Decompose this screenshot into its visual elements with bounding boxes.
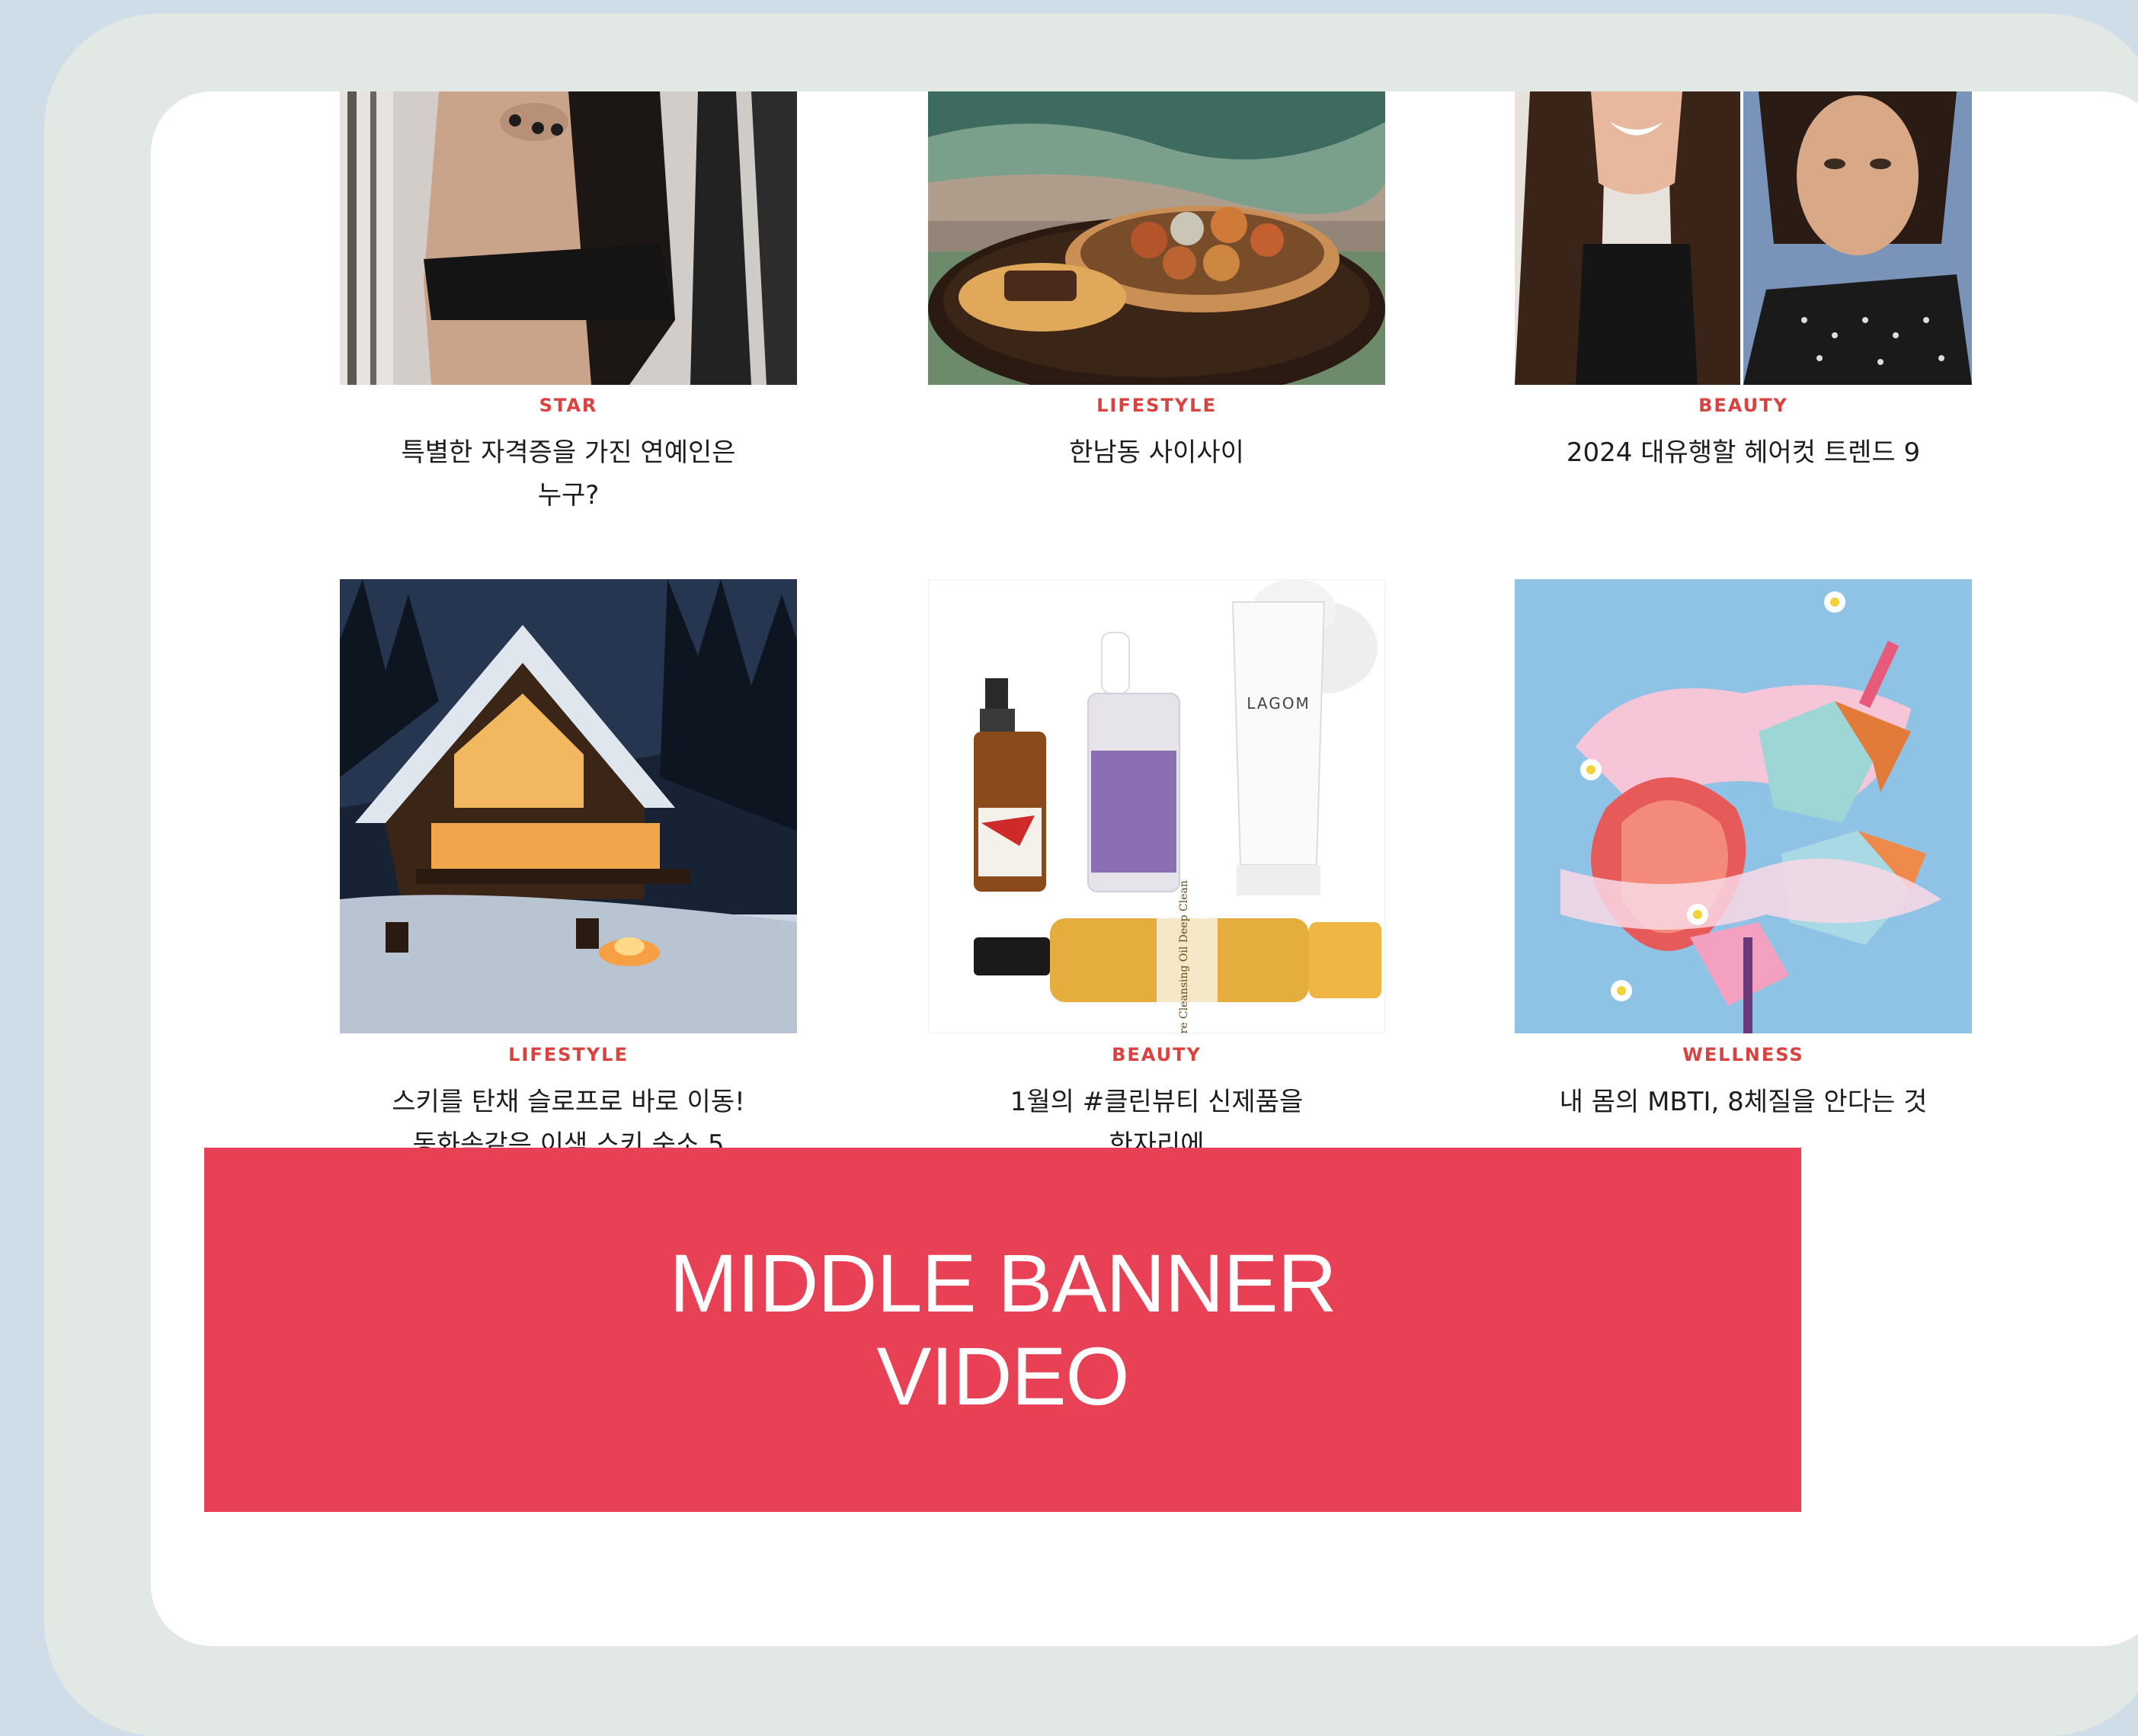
article-title[interactable]: 2024 대유행할 헤어컷 트렌드 9: [1515, 431, 1972, 474]
article-category[interactable]: WELLNESS: [1515, 1044, 1972, 1065]
article-category[interactable]: STAR: [340, 395, 797, 416]
article-category[interactable]: BEAUTY: [928, 1044, 1385, 1065]
article-category[interactable]: BEAUTY: [1515, 395, 1972, 416]
banner-label: MIDDLE BANNER VIDEO: [669, 1237, 1336, 1422]
article-card[interactable]: LAGOM Pure Cleansing Oil Deep Clean BEAU…: [928, 579, 1385, 1160]
article-card[interactable]: LIFESTYLE 한남동 사이사이: [928, 91, 1385, 518]
lagom-label: LAGOM: [1247, 694, 1310, 713]
article-thumbnail[interactable]: [1515, 91, 1972, 385]
article-thumbnail[interactable]: [340, 579, 797, 1033]
article-thumbnail[interactable]: LAGOM Pure Cleansing Oil Deep Clean: [928, 579, 1385, 1033]
article-thumbnail[interactable]: [928, 91, 1385, 385]
article-category[interactable]: LIFESTYLE: [928, 395, 1385, 416]
article-title[interactable]: 특별한 자격증을 가진 연예인은 누구?: [340, 431, 797, 517]
snowy-a-frame-cabin-photo: [340, 579, 797, 1033]
article-card[interactable]: WELLNESS 내 몸의 MBTI, 8체질을 안다는 것: [1515, 579, 1972, 1117]
heart-illustration: [1515, 579, 1972, 1033]
article-thumbnail[interactable]: [1515, 579, 1972, 1033]
article-card[interactable]: STAR 특별한 자격증을 가진 연예인은 누구?: [340, 91, 797, 518]
article-card[interactable]: LIFESTYLE 스키를 탄채 슬로프로 바로 이동! 동화속같은 이색 스키…: [340, 579, 797, 1160]
article-card[interactable]: BEAUTY 2024 대유행할 헤어컷 트렌드 9: [1515, 91, 1972, 518]
middle-banner-video[interactable]: MIDDLE BANNER VIDEO: [204, 1148, 1801, 1512]
oil-label: Pure Cleansing Oil Deep Clean: [1178, 880, 1190, 1033]
skincare-products-photo: LAGOM Pure Cleansing Oil Deep Clean: [928, 579, 1385, 1033]
pastries-on-tray-photo: [928, 91, 1385, 385]
two-women-portrait-photo: [1515, 91, 1972, 385]
article-title[interactable]: 한남동 사이사이: [928, 431, 1385, 474]
article-thumbnail[interactable]: [340, 91, 797, 385]
article-title[interactable]: 내 몸의 MBTI, 8체질을 안다는 것: [1515, 1081, 1972, 1123]
article-category[interactable]: LIFESTYLE: [340, 1044, 797, 1065]
woman-black-top-photo: [340, 91, 797, 385]
